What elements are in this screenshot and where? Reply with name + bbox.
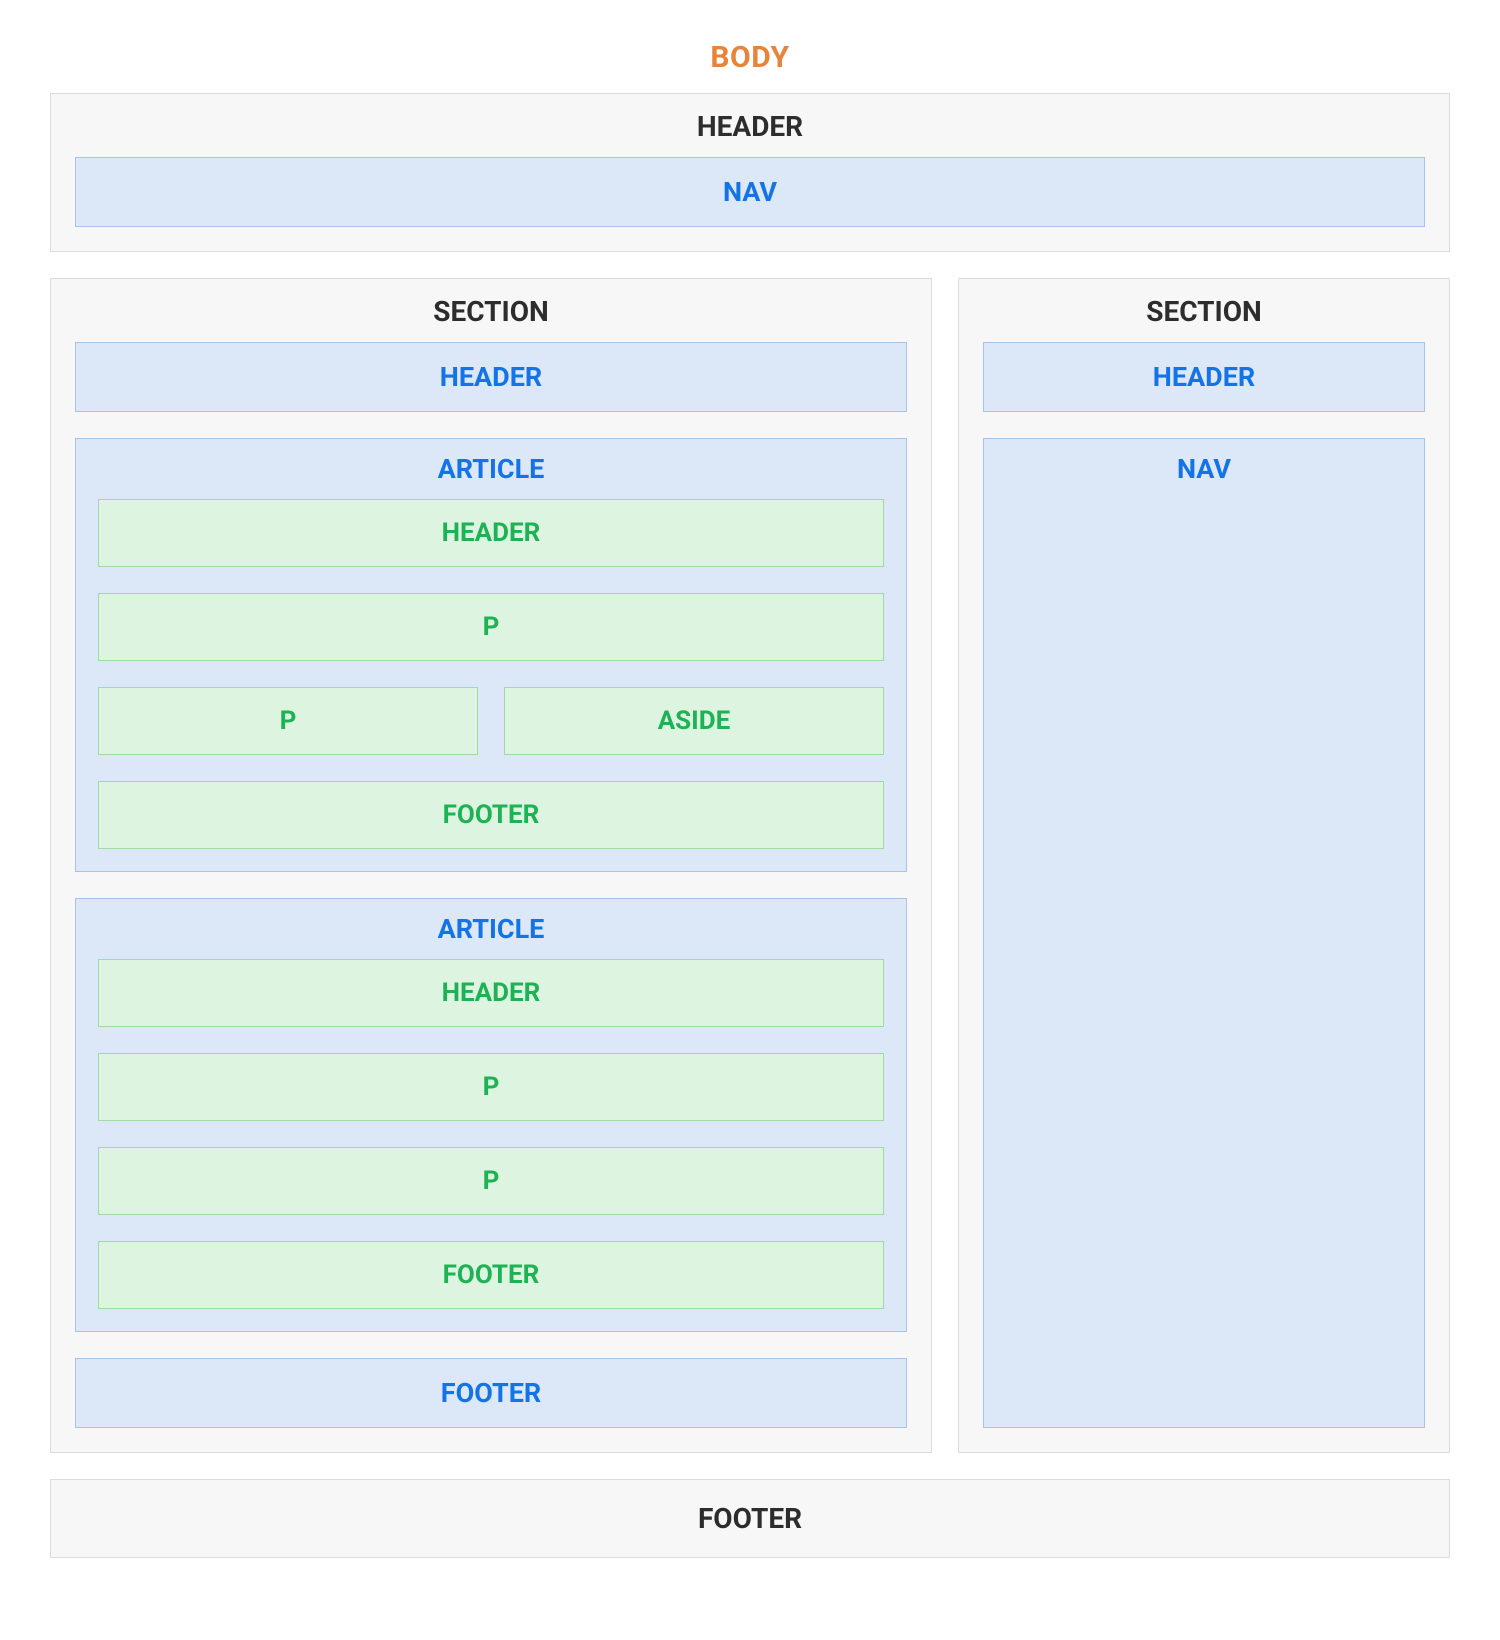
article-1-header-box: HEADER (98, 499, 884, 567)
right-section-box: SECTION HEADER NAV (958, 278, 1450, 1453)
top-nav-box: NAV (75, 157, 1425, 227)
top-header-box: HEADER NAV (50, 93, 1450, 252)
right-column: SECTION HEADER NAV (958, 278, 1450, 1453)
article-1-aside-label: ASIDE (527, 706, 861, 736)
article-1-row: P ASIDE (98, 687, 884, 755)
article-2-p2-label: P (121, 1166, 861, 1196)
article-2-box: ARTICLE HEADER P P FOOTER (75, 898, 907, 1332)
article-2-title: ARTICLE (98, 913, 884, 945)
columns-wrapper: SECTION HEADER ARTICLE HEADER P (50, 278, 1450, 1453)
top-nav-label: NAV (98, 176, 1402, 208)
right-section-header-box: HEADER (983, 342, 1425, 412)
right-section-nav-box: NAV (983, 438, 1425, 1428)
article-2-inner: HEADER P P FOOTER (98, 959, 884, 1309)
article-1-inner: HEADER P P ASIDE (98, 499, 884, 849)
left-column: SECTION HEADER ARTICLE HEADER P (50, 278, 932, 1453)
article-2-p1-box: P (98, 1053, 884, 1121)
article-1-title: ARTICLE (98, 453, 884, 485)
article-1-aside-box: ASIDE (504, 687, 884, 755)
page-footer-box: FOOTER (50, 1479, 1450, 1558)
left-section-footer-label: FOOTER (98, 1377, 884, 1409)
article-1-footer-label: FOOTER (121, 800, 861, 830)
article-1-p1-box: P (98, 593, 884, 661)
left-section-title: SECTION (75, 295, 907, 328)
left-section-header-label: HEADER (98, 361, 884, 393)
article-1-footer-box: FOOTER (98, 781, 884, 849)
left-section-box: SECTION HEADER ARTICLE HEADER P (50, 278, 932, 1453)
right-section-stack: HEADER NAV (983, 342, 1425, 1428)
right-section-title: SECTION (983, 295, 1425, 328)
article-2-header-label: HEADER (121, 978, 861, 1008)
article-2-footer-label: FOOTER (121, 1260, 861, 1290)
article-2-p2-box: P (98, 1147, 884, 1215)
article-2-p1-label: P (121, 1072, 861, 1102)
left-section-stack: HEADER ARTICLE HEADER P P (75, 342, 907, 1428)
left-section-header-box: HEADER (75, 342, 907, 412)
left-section-footer-box: FOOTER (75, 1358, 907, 1428)
right-section-nav-label: NAV (1006, 453, 1402, 485)
article-2-footer-box: FOOTER (98, 1241, 884, 1309)
article-1-header-label: HEADER (121, 518, 861, 548)
right-section-header-label: HEADER (1006, 361, 1402, 393)
article-1-p2-box: P (98, 687, 478, 755)
article-1-box: ARTICLE HEADER P P (75, 438, 907, 872)
article-2-header-box: HEADER (98, 959, 884, 1027)
article-1-p1-label: P (121, 612, 861, 642)
top-header-title: HEADER (75, 110, 1425, 143)
page-footer-title: FOOTER (75, 1502, 1425, 1535)
body-label: BODY (50, 40, 1450, 75)
article-1-p2-label: P (121, 706, 455, 736)
